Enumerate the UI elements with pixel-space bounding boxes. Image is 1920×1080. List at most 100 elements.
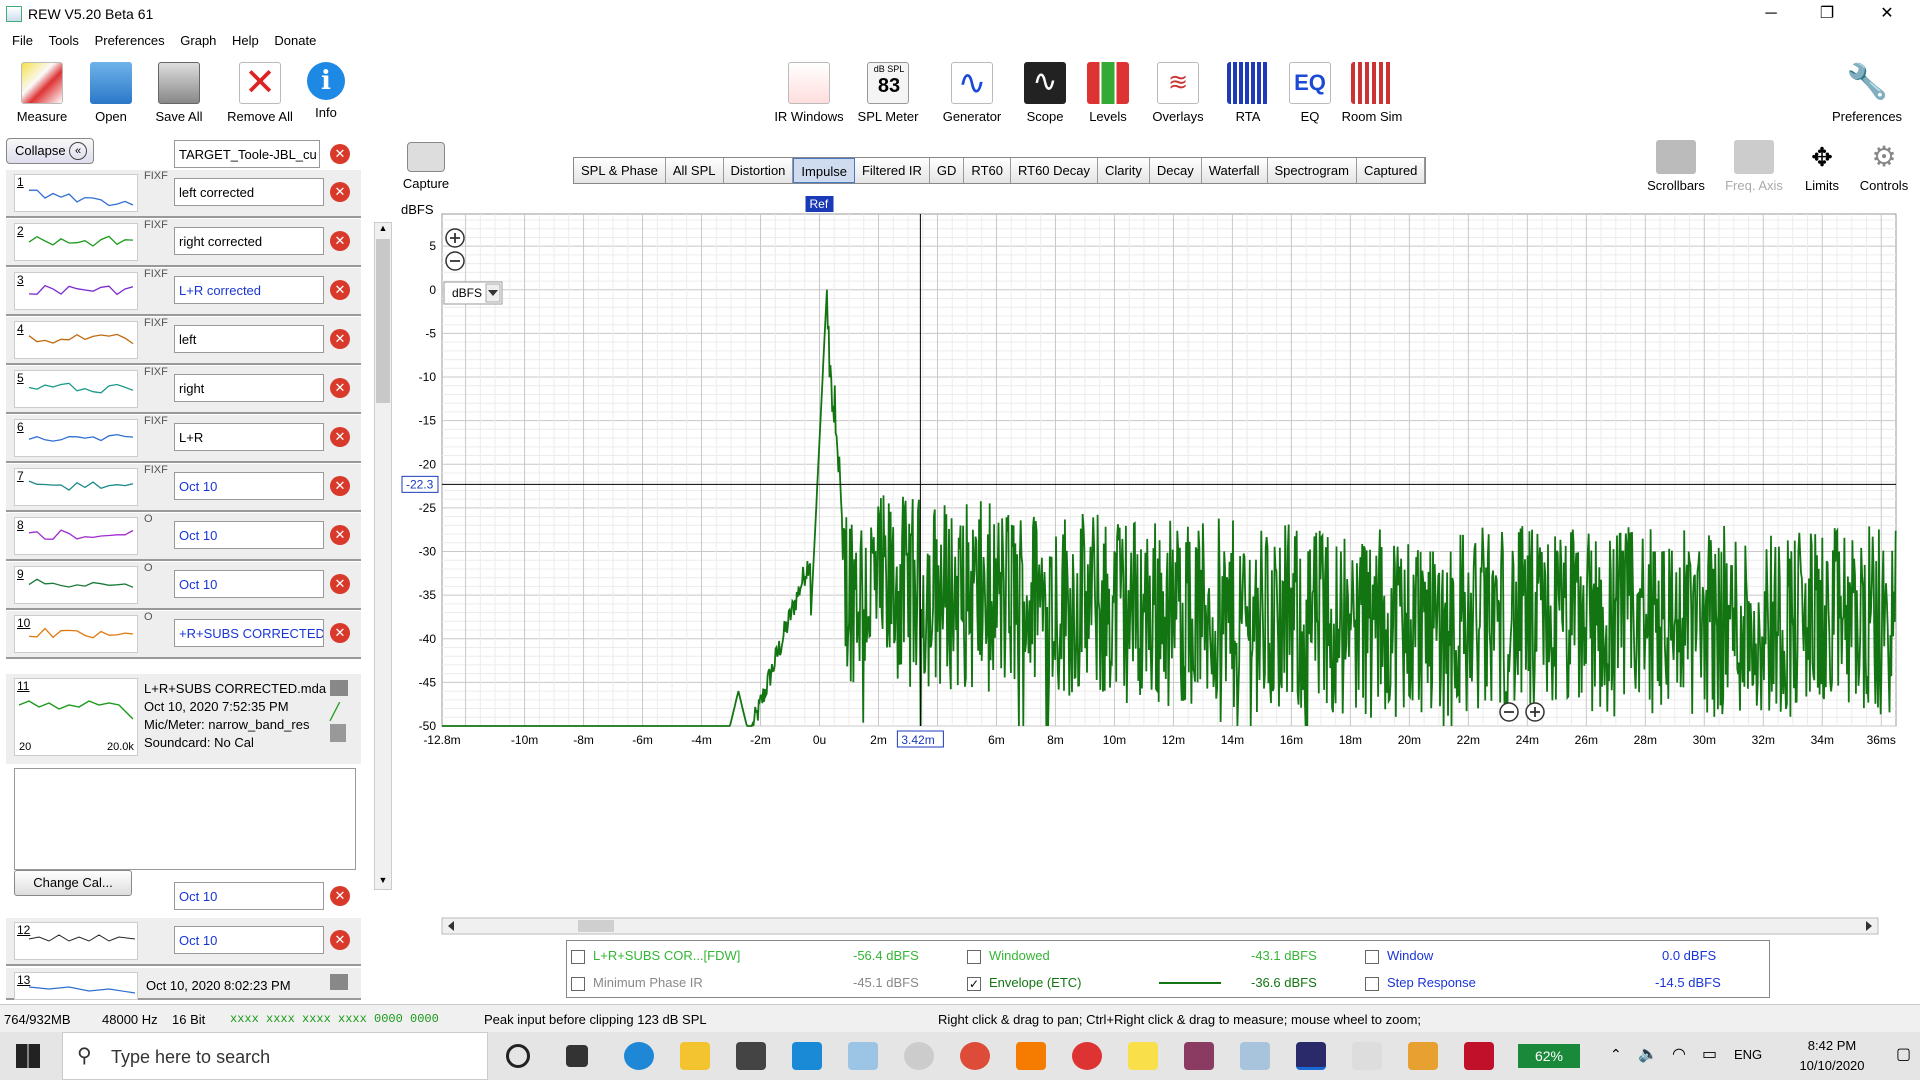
measure-button[interactable]: Measure <box>14 62 70 124</box>
measurements-scrollbar[interactable]: ▲ ▼ <box>374 222 392 890</box>
remove-all-button[interactable]: ✕ Remove All <box>224 62 296 124</box>
chevron-up-icon[interactable]: ⌃ <box>1610 1046 1622 1063</box>
legend-item-windowed[interactable]: Windowed <box>967 943 1050 969</box>
app-icon[interactable] <box>848 1042 878 1070</box>
thumbnail[interactable]: 6 <box>14 419 138 457</box>
thumbnail[interactable]: 4 <box>14 321 138 359</box>
delete-icon[interactable]: ✕ <box>330 182 350 202</box>
legend-item-envelope[interactable]: ✓ Envelope (ETC) <box>967 970 1081 996</box>
close-window-button[interactable]: ✕ <box>1864 0 1910 28</box>
app-icon[interactable] <box>1408 1042 1438 1070</box>
measurement-name-field[interactable]: Oct 10 <box>174 521 324 549</box>
change-cal-button[interactable]: Change Cal... <box>14 870 132 896</box>
eq-button[interactable]: EQ EQ <box>1288 62 1332 124</box>
winrar-icon[interactable] <box>1184 1042 1214 1070</box>
tab-distortion[interactable]: Distortion <box>723 158 794 183</box>
menu-help[interactable]: Help <box>232 30 259 52</box>
delete-icon[interactable]: ✕ <box>330 930 350 950</box>
tab-gd[interactable]: GD <box>929 158 965 183</box>
measurement-name-field[interactable]: right corrected <box>174 227 324 255</box>
scroll-thumb[interactable] <box>376 239 390 403</box>
measurement-row[interactable]: 4 FIXF left ✕ <box>6 317 361 365</box>
notes-textarea[interactable] <box>14 768 356 870</box>
scroll-up-icon[interactable]: ▲ <box>376 223 390 237</box>
thumbnail[interactable]: 10 <box>14 615 138 653</box>
controls-button[interactable]: ⚙ Controls <box>1856 140 1912 193</box>
legend-checkbox[interactable] <box>571 976 585 991</box>
dsp-icon[interactable] <box>1352 1042 1382 1070</box>
save-measurement-icon[interactable] <box>330 974 348 990</box>
measurement-name-field[interactable]: left corrected <box>174 178 324 206</box>
legend-checkbox[interactable] <box>1365 949 1379 964</box>
tab-rt60-decay[interactable]: RT60 Decay <box>1010 158 1098 183</box>
menu-preferences[interactable]: Preferences <box>95 30 165 52</box>
thumbnail[interactable]: 2 <box>14 223 138 261</box>
delete-icon[interactable]: ✕ <box>330 231 350 251</box>
notifications-icon[interactable]: ▢ <box>1896 1044 1911 1064</box>
measurement-name-field[interactable]: +R+SUBS CORRECTED <box>174 619 324 647</box>
task-view-icon[interactable] <box>566 1045 588 1067</box>
legend-checkbox[interactable] <box>967 949 981 964</box>
menu-graph[interactable]: Graph <box>180 30 216 52</box>
menu-tools[interactable]: Tools <box>49 30 79 52</box>
delete-icon[interactable]: ✕ <box>330 886 350 906</box>
open-button[interactable]: Open <box>90 62 132 124</box>
limits-button[interactable]: ✥ Limits <box>1796 140 1848 193</box>
measurement-name-field[interactable]: right <box>174 374 324 402</box>
lightning-icon[interactable] <box>1128 1042 1158 1070</box>
generator-button[interactable]: ∿ Generator <box>940 62 1004 124</box>
thumbnail[interactable]: 3 <box>14 272 138 310</box>
delete-icon[interactable]: ✕ <box>330 574 350 594</box>
delete-icon[interactable]: ✕ <box>330 329 350 349</box>
measurement-row[interactable]: 6 FIXF L+R ✕ <box>6 415 361 463</box>
measurement-row[interactable]: 3 FIXF L+R corrected ✕ <box>6 268 361 316</box>
measurement-row-12[interactable]: 12 Oct 10 ✕ <box>6 918 361 966</box>
horizontal-scrollbar[interactable] <box>441 917 1879 935</box>
notes-icon[interactable] <box>330 724 346 742</box>
save-all-button[interactable]: Save All <box>150 62 208 124</box>
measurement-name-field[interactable]: L+R <box>174 423 324 451</box>
cortana-icon[interactable] <box>506 1044 530 1068</box>
chrome-profile-icon[interactable] <box>1072 1042 1102 1070</box>
scroll-down-icon[interactable]: ▼ <box>376 875 390 889</box>
zoom-out-icon[interactable] <box>445 251 465 271</box>
tab-spl-phase[interactable]: SPL & Phase <box>574 158 666 183</box>
freq-axis-button[interactable]: Freq. Axis <box>1720 140 1788 193</box>
legend-checkbox[interactable] <box>1365 976 1379 991</box>
measurement-row[interactable]: 1 FIXF left corrected ✕ <box>6 170 361 218</box>
delete-icon[interactable]: ✕ <box>330 427 350 447</box>
measurement-row[interactable]: 8 O Oct 10 ✕ <box>6 513 361 561</box>
info-button[interactable]: i Info <box>306 62 346 120</box>
delete-icon[interactable]: ✕ <box>330 280 350 300</box>
preferences-button[interactable]: 🔧 Preferences <box>1826 62 1908 124</box>
measurement-name-field[interactable]: left <box>174 325 324 353</box>
legend-checkbox-checked[interactable]: ✓ <box>967 976 981 991</box>
measurement-name-field[interactable]: Oct 10 <box>174 926 324 954</box>
levels-button[interactable]: Levels <box>1086 62 1130 124</box>
measurement-row[interactable]: 10 O +R+SUBS CORRECTED ✕ <box>6 611 361 659</box>
app-icon[interactable] <box>1240 1042 1270 1070</box>
impulse-chart[interactable]: 50-5-10-15-20-25-30-35-40-45-50 -12.8m -1… <box>398 196 1918 936</box>
battery-meter[interactable]: 62% <box>1518 1044 1580 1068</box>
delete-icon[interactable]: ✕ <box>330 378 350 398</box>
scope-button[interactable]: ∿ Scope <box>1024 62 1066 124</box>
capture-button[interactable]: Capture <box>398 142 454 191</box>
delete-target-icon[interactable]: ✕ <box>330 144 350 164</box>
tab-filtered-ir[interactable]: Filtered IR <box>854 158 930 183</box>
zoom-in-icon[interactable] <box>445 228 465 248</box>
menu-donate[interactable]: Donate <box>274 30 316 52</box>
collapse-button[interactable]: Collapse « <box>6 138 94 164</box>
vlc-icon[interactable] <box>1016 1042 1046 1070</box>
scrollbars-button[interactable]: Scrollbars <box>1644 140 1708 193</box>
measurement-name-field[interactable]: Oct 10 <box>174 882 324 910</box>
minimize-button[interactable]: ─ <box>1748 0 1794 28</box>
app-l-icon[interactable] <box>792 1042 822 1070</box>
thumbnail[interactable]: 5 <box>14 370 138 408</box>
ir-windows-button[interactable]: IR Windows <box>772 62 846 124</box>
x-zoom-out-icon[interactable] <box>1499 702 1519 722</box>
tab-rt60[interactable]: RT60 <box>964 158 1011 183</box>
maximize-button[interactable]: ❐ <box>1804 0 1850 28</box>
legend-item-min-phase[interactable]: Minimum Phase IR <box>571 970 703 996</box>
power-icon[interactable]: ▭ <box>1702 1044 1717 1064</box>
overlays-button[interactable]: ≋ Overlays <box>1148 62 1208 124</box>
